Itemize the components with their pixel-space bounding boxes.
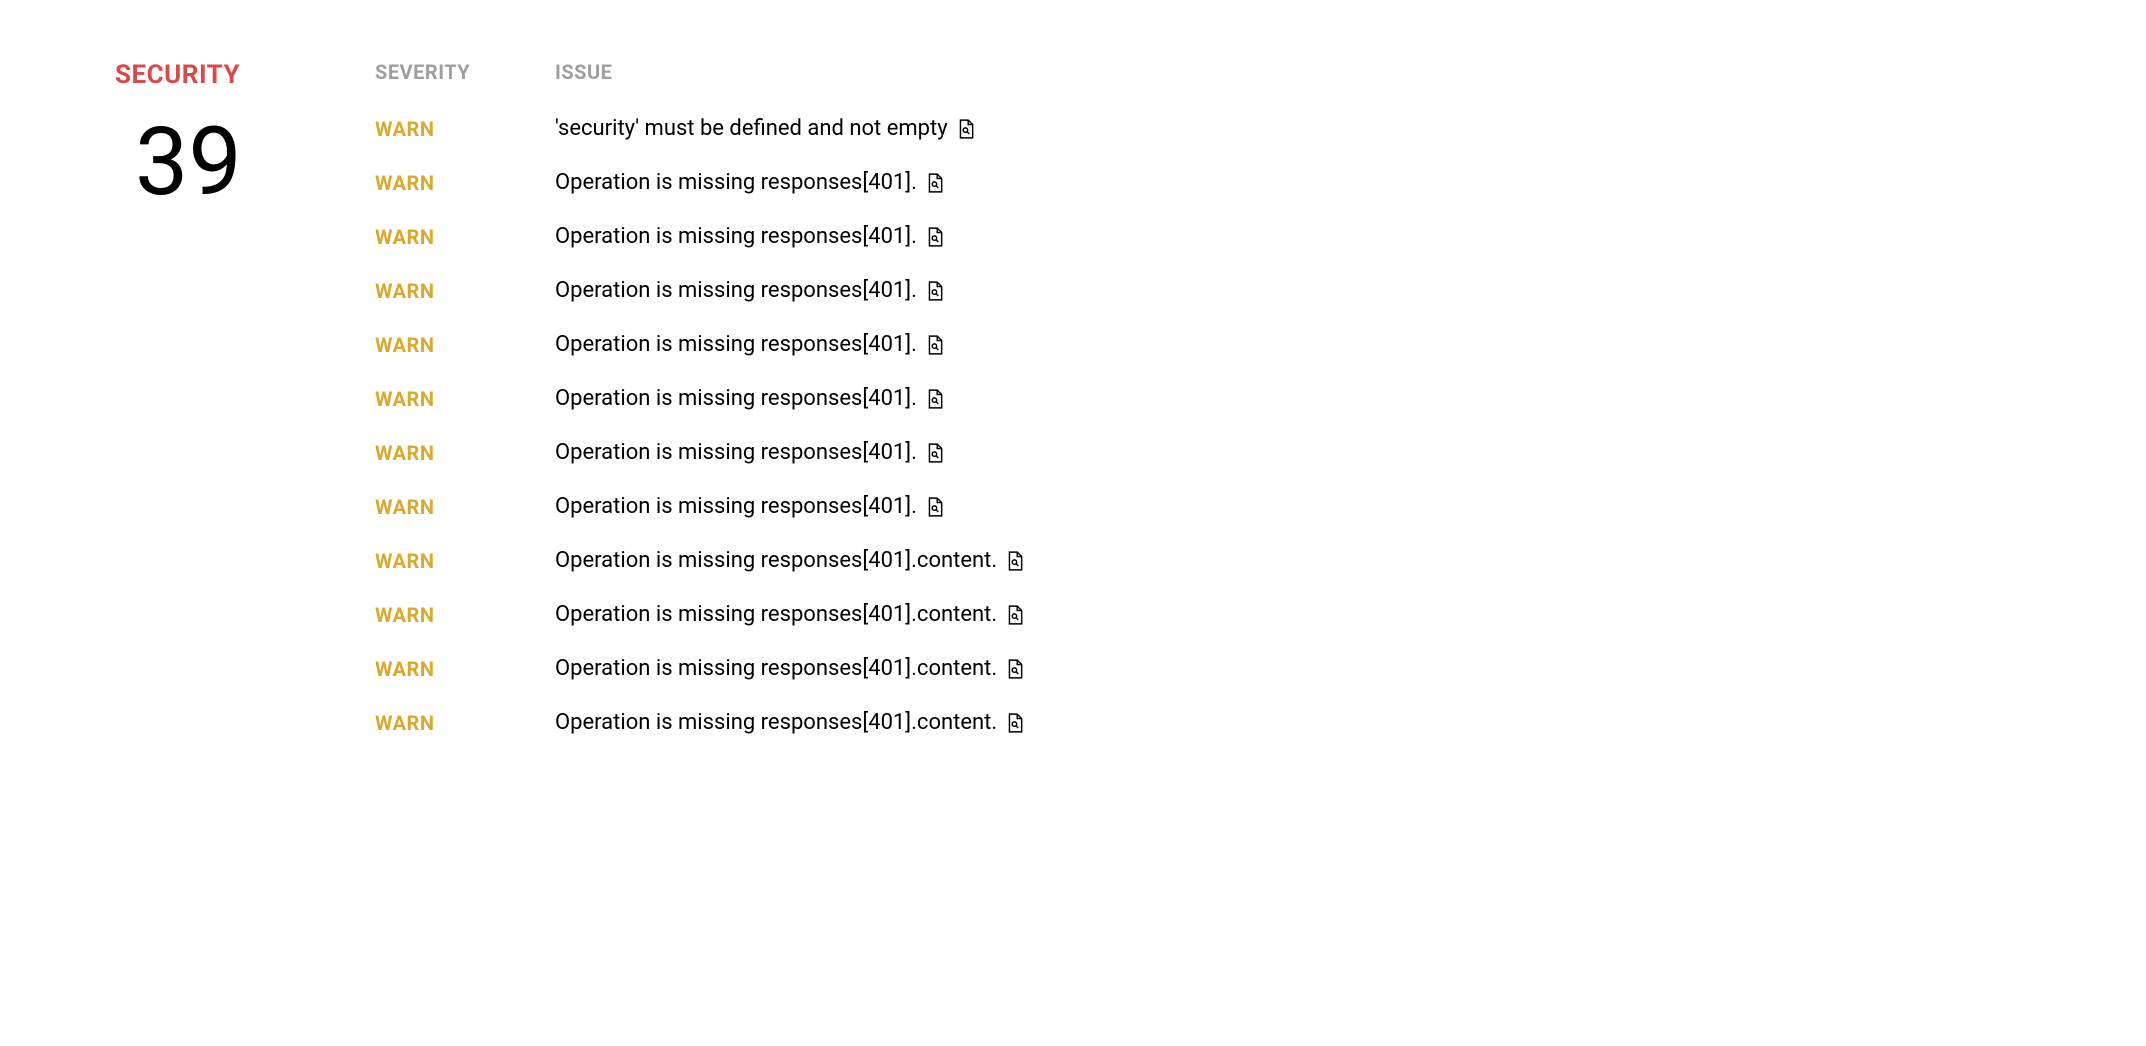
issue-text: Operation is missing responses[401]. — [555, 224, 943, 249]
category-count: 39 — [115, 115, 300, 210]
table-row: WARN'security' must be defined and not e… — [375, 116, 2031, 141]
severity-label: WARN — [375, 441, 555, 465]
table-row: WARNOperation is missing responses[401]. — [375, 224, 2031, 249]
table-row: WARNOperation is missing responses[401]. — [375, 170, 2031, 195]
file-search-icon[interactable] — [927, 227, 943, 247]
header-severity: SEVERITY — [375, 60, 555, 84]
report-container: SECURITY 39 SEVERITY ISSUE WARN'security… — [115, 60, 2031, 764]
table-row: WARNOperation is missing responses[401]. — [375, 278, 2031, 303]
issue-text: Operation is missing responses[401]. — [555, 170, 943, 195]
severity-label: WARN — [375, 387, 555, 411]
severity-label: WARN — [375, 603, 555, 627]
file-search-icon[interactable] — [927, 281, 943, 301]
severity-label: WARN — [375, 171, 555, 195]
file-search-icon[interactable] — [1007, 551, 1023, 571]
table-row: WARNOperation is missing responses[401].… — [375, 656, 2031, 681]
issue-text: Operation is missing responses[401]. — [555, 278, 943, 303]
issue-text: Operation is missing responses[401].cont… — [555, 548, 1023, 573]
file-search-icon[interactable] — [1007, 659, 1023, 679]
file-search-icon[interactable] — [927, 497, 943, 517]
table-row: WARNOperation is missing responses[401].… — [375, 548, 2031, 573]
issues-list: WARN'security' must be defined and not e… — [375, 116, 2031, 735]
issue-message: Operation is missing responses[401]. — [555, 440, 917, 465]
issue-message: Operation is missing responses[401].cont… — [555, 602, 997, 627]
issue-message: Operation is missing responses[401]. — [555, 170, 917, 195]
table-row: WARNOperation is missing responses[401].… — [375, 602, 2031, 627]
issues-panel: SEVERITY ISSUE WARN'security' must be de… — [375, 60, 2031, 764]
issue-text: Operation is missing responses[401]. — [555, 494, 943, 519]
issue-message: Operation is missing responses[401]. — [555, 494, 917, 519]
file-search-icon[interactable] — [927, 173, 943, 193]
issue-message: Operation is missing responses[401]. — [555, 224, 917, 249]
issue-message: Operation is missing responses[401]. — [555, 386, 917, 411]
sidebar: SECURITY 39 — [115, 60, 300, 764]
table-row: WARNOperation is missing responses[401]. — [375, 386, 2031, 411]
file-search-icon[interactable] — [927, 335, 943, 355]
issue-message: Operation is missing responses[401].cont… — [555, 710, 997, 735]
category-title: SECURITY — [115, 60, 300, 90]
severity-label: WARN — [375, 657, 555, 681]
severity-label: WARN — [375, 711, 555, 735]
issue-message: Operation is missing responses[401].cont… — [555, 548, 997, 573]
issue-text: 'security' must be defined and not empty — [555, 116, 974, 141]
severity-label: WARN — [375, 225, 555, 249]
severity-label: WARN — [375, 495, 555, 519]
table-row: WARNOperation is missing responses[401]. — [375, 332, 2031, 357]
issue-message: Operation is missing responses[401]. — [555, 278, 917, 303]
issue-message: Operation is missing responses[401]. — [555, 332, 917, 357]
table-row: WARNOperation is missing responses[401]. — [375, 440, 2031, 465]
file-search-icon[interactable] — [927, 443, 943, 463]
severity-label: WARN — [375, 549, 555, 573]
issue-text: Operation is missing responses[401].cont… — [555, 656, 1023, 681]
table-row: WARNOperation is missing responses[401].… — [375, 710, 2031, 735]
issue-text: Operation is missing responses[401]. — [555, 440, 943, 465]
severity-label: WARN — [375, 117, 555, 141]
issue-text: Operation is missing responses[401].cont… — [555, 602, 1023, 627]
issue-text: Operation is missing responses[401]. — [555, 386, 943, 411]
file-search-icon[interactable] — [1007, 605, 1023, 625]
issue-text: Operation is missing responses[401].cont… — [555, 710, 1023, 735]
severity-label: WARN — [375, 333, 555, 357]
table-row: WARNOperation is missing responses[401]. — [375, 494, 2031, 519]
file-search-icon[interactable] — [927, 389, 943, 409]
issue-message: 'security' must be defined and not empty — [555, 116, 948, 141]
issue-message: Operation is missing responses[401].cont… — [555, 656, 997, 681]
severity-label: WARN — [375, 279, 555, 303]
issue-text: Operation is missing responses[401]. — [555, 332, 943, 357]
file-search-icon[interactable] — [958, 119, 974, 139]
file-search-icon[interactable] — [1007, 713, 1023, 733]
header-issue: ISSUE — [555, 60, 612, 84]
table-header: SEVERITY ISSUE — [375, 60, 2031, 84]
